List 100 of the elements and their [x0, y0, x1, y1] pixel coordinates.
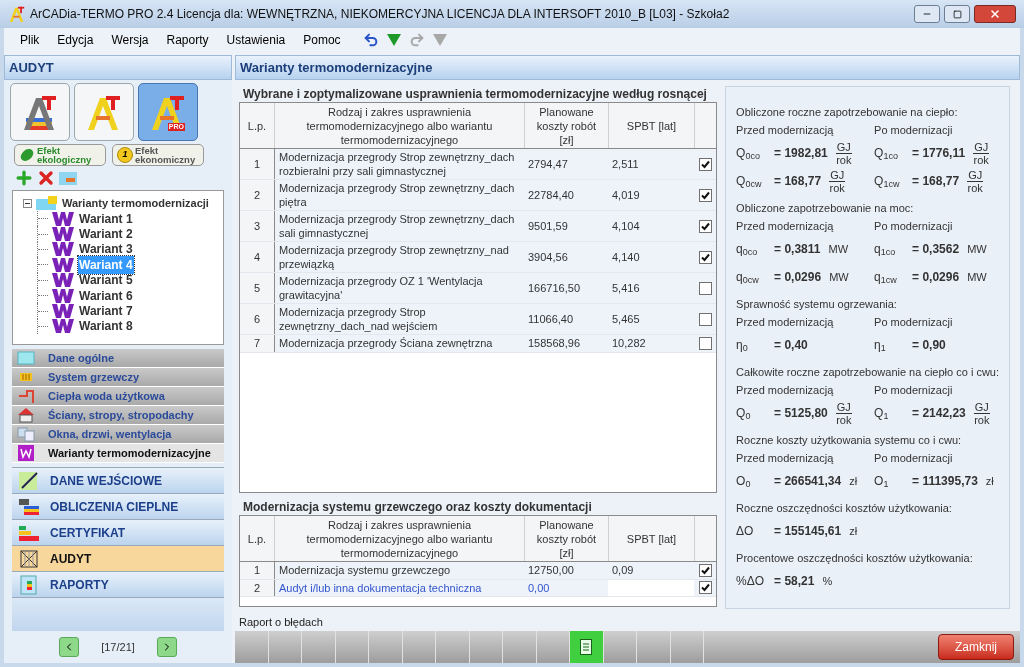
symbol: %ΔO	[736, 573, 766, 590]
row-number: 1	[240, 562, 274, 579]
column-label: Przed modernizacją	[736, 123, 835, 138]
symbol: ΔO	[736, 523, 755, 540]
menu-item[interactable]: Raporty	[166, 31, 209, 49]
maximize-button[interactable]	[944, 5, 970, 23]
tree-item[interactable]: Wariant 1	[78, 209, 134, 228]
nav-item[interactable]: CERTYFIKAT	[12, 520, 224, 546]
column-label: Po modernizacji	[874, 315, 954, 330]
logo-icon	[8, 5, 26, 23]
row-number: 2	[240, 180, 274, 210]
checkbox[interactable]	[698, 336, 712, 350]
checkbox[interactable]	[698, 188, 712, 202]
menu-item[interactable]: Plik	[20, 31, 40, 49]
table-cell: Modernizacja przegrody Strop zewnętrzny_dach sali gimnastycznej	[274, 211, 524, 241]
folder-icon	[36, 196, 58, 210]
next-button[interactable]	[156, 637, 177, 657]
symbol: Q$_{0co}$	[736, 145, 761, 162]
category-item[interactable]: System grzewczy	[12, 368, 224, 387]
unit: MW	[967, 241, 987, 257]
row-number: 4	[240, 242, 274, 272]
menu-item[interactable]: Pomoc	[303, 31, 341, 49]
category-item[interactable]: Dane ogólne	[12, 349, 224, 368]
table-cell: 0,09	[608, 562, 694, 579]
value: = 0,3811	[774, 241, 821, 258]
menu-item[interactable]: Edycja	[57, 31, 94, 49]
symbol: η$_{1}$	[874, 337, 887, 354]
checkbox[interactable]	[698, 563, 712, 577]
symbol: Q$_{1cw}$	[874, 173, 901, 190]
group-title: Wybrane i zoptymalizowane usprawnienia termomodernizacyjne według rosnącej	[242, 86, 708, 102]
value: = 5125,80	[774, 405, 828, 422]
category-item[interactable]: Ciepła woda użytkowa	[12, 387, 224, 406]
column-label: Po modernizacji	[874, 383, 954, 398]
triangle-down-icon[interactable]	[386, 34, 401, 46]
checkbox[interactable]	[698, 581, 712, 595]
column-label: Po modernizacji	[874, 219, 954, 234]
unit: zł	[849, 523, 858, 539]
unit-fraction: GJ rok	[829, 168, 846, 194]
value: = 58,21	[774, 573, 815, 590]
minimize-button[interactable]	[914, 5, 940, 23]
add-icon[interactable]	[14, 168, 34, 188]
variant-icon	[52, 257, 74, 272]
section-heading: Obliczone zapotrzebowanie na moc:	[736, 201, 915, 216]
value: = 266541,34	[774, 473, 842, 490]
symbol: q$_{1co}$	[874, 241, 897, 258]
value: = 2142,23	[912, 405, 966, 422]
value: = 0,3562	[912, 241, 960, 258]
column-label: Po modernizacji	[874, 451, 954, 466]
module-button[interactable]	[10, 83, 70, 141]
error-report-label: Raport o błędach	[239, 615, 324, 630]
category-item[interactable]: Okna, drzwi, wentylacja	[12, 425, 224, 444]
document-icon[interactable]	[580, 639, 593, 655]
column-header: L.p.	[246, 118, 268, 134]
undo-icon[interactable]	[362, 32, 379, 48]
variant-icon	[52, 319, 74, 334]
column-label: Po modernizacji	[874, 123, 954, 138]
value: = 168,77	[774, 173, 822, 190]
previous-button[interactable]	[59, 637, 80, 657]
symbol: O$_{1}$	[874, 473, 890, 490]
table-cell: 10,282	[608, 335, 694, 352]
value: = 168,77	[912, 173, 960, 190]
category-item[interactable]: Warianty termomodernizacyjne	[12, 444, 224, 463]
effect-button[interactable]: Efekt ekologiczny	[14, 144, 106, 166]
variant-icon	[52, 227, 74, 242]
row-number: 5	[240, 273, 274, 303]
menu-item[interactable]: Ustawienia	[226, 31, 286, 49]
nav-item[interactable]: DANE WEJŚCIOWE	[12, 468, 224, 494]
checkbox[interactable]	[698, 250, 712, 264]
folder-icon[interactable]	[58, 170, 78, 186]
delete-icon[interactable]	[36, 168, 56, 188]
checkbox[interactable]	[698, 157, 712, 171]
row-number: 3	[240, 211, 274, 241]
variants-icon	[16, 445, 36, 461]
table-cell: Modernizacja przegrody Strop zewnętrzny_nad przewiązką	[274, 242, 524, 272]
table-cell: 4,104	[608, 211, 694, 241]
table-cell: 4,019	[608, 180, 694, 210]
symbol: O$_{0}$	[736, 473, 752, 490]
close-dialog-button[interactable]: Zamknij	[938, 634, 1014, 660]
table-cell: 11066,40	[524, 304, 608, 334]
nav-item[interactable]: RAPORTY	[12, 572, 224, 598]
unit-fraction: GJ rok	[835, 140, 852, 166]
checkbox[interactable]	[698, 312, 712, 326]
close-button[interactable]	[974, 5, 1016, 23]
row-number: 6	[240, 304, 274, 334]
collapse-icon[interactable]	[23, 198, 32, 208]
table-cell: Modernizacja systemu grzewczego	[274, 562, 524, 579]
section-heading: Obliczone roczne zapotrzebowanie na ciepło:	[736, 105, 959, 120]
report-icon	[18, 574, 40, 595]
nav-item[interactable]: OBLICZENIA CIEPLNE	[12, 494, 224, 520]
module-button[interactable]	[74, 83, 134, 141]
checkbox[interactable]	[698, 281, 712, 295]
tap-icon	[16, 388, 36, 404]
value: = 0,90	[912, 337, 946, 354]
nav-item[interactable]: AUDYT	[12, 546, 224, 572]
tree-item[interactable]: Warianty termomodernizacji	[62, 194, 209, 212]
menu-item[interactable]: Wersja	[111, 31, 149, 49]
page-counter: [17/21]	[101, 639, 135, 655]
category-item[interactable]: Ściany, stropy, stropodachy	[12, 406, 224, 425]
group-title: Modernizacja systemu grzewczego oraz koszty dokumentacji	[242, 499, 593, 515]
checkbox[interactable]	[698, 219, 712, 233]
